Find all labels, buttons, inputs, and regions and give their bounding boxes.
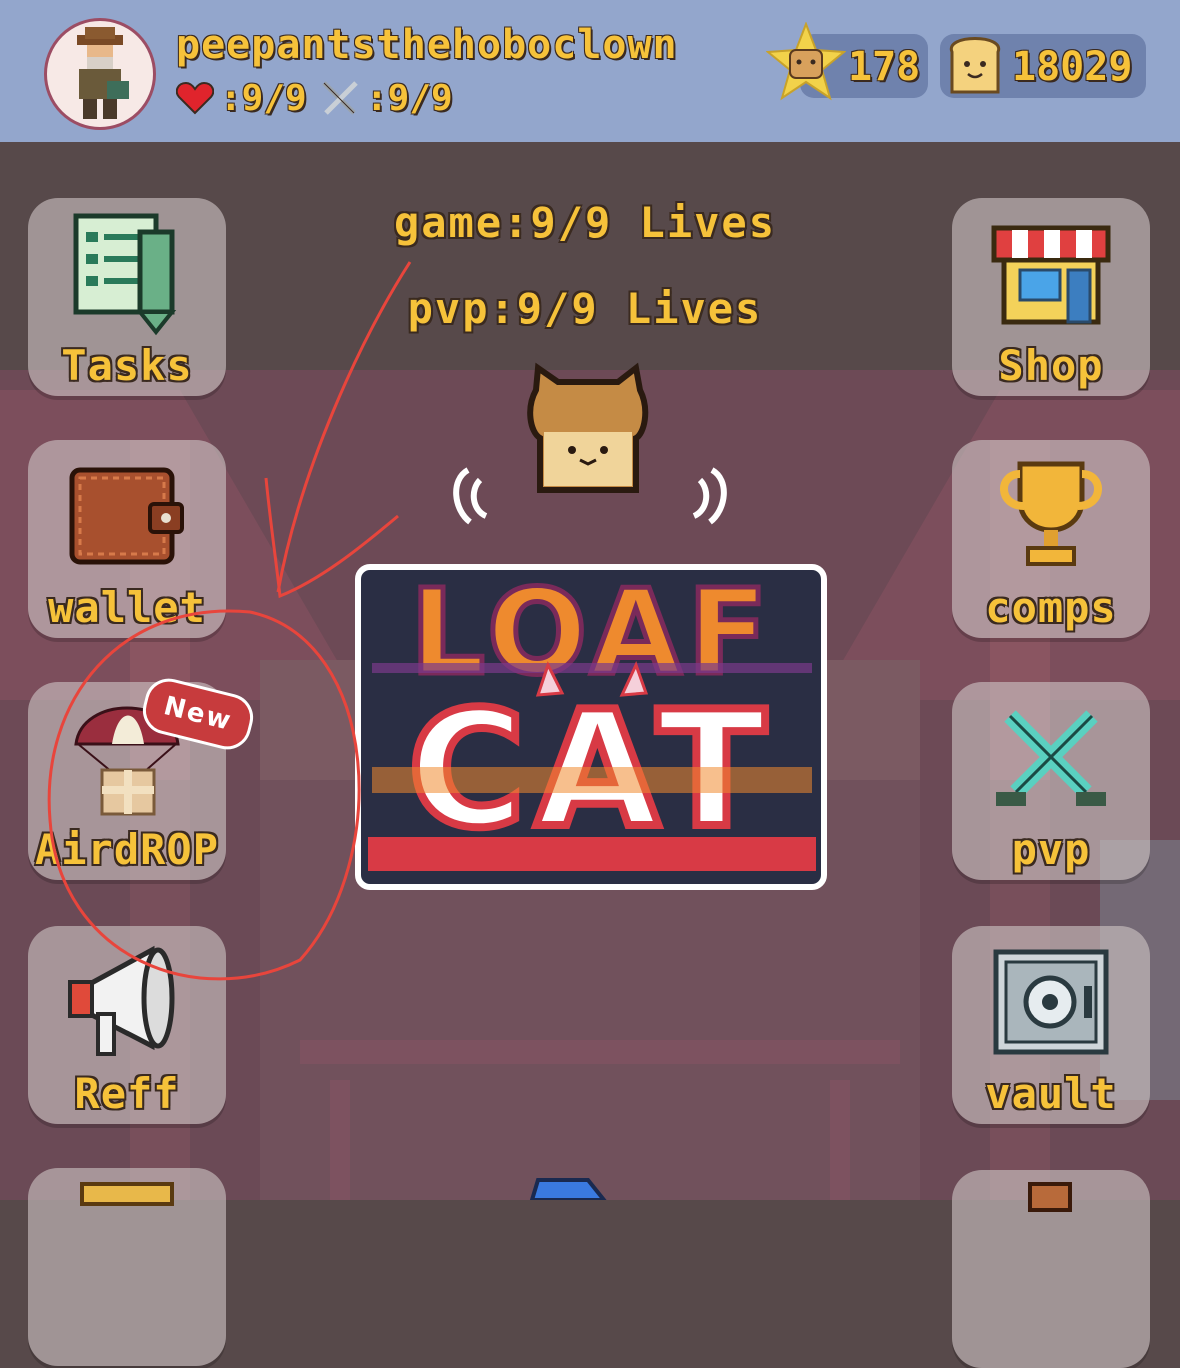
red-annotation-overlay: [47, 261, 412, 981]
